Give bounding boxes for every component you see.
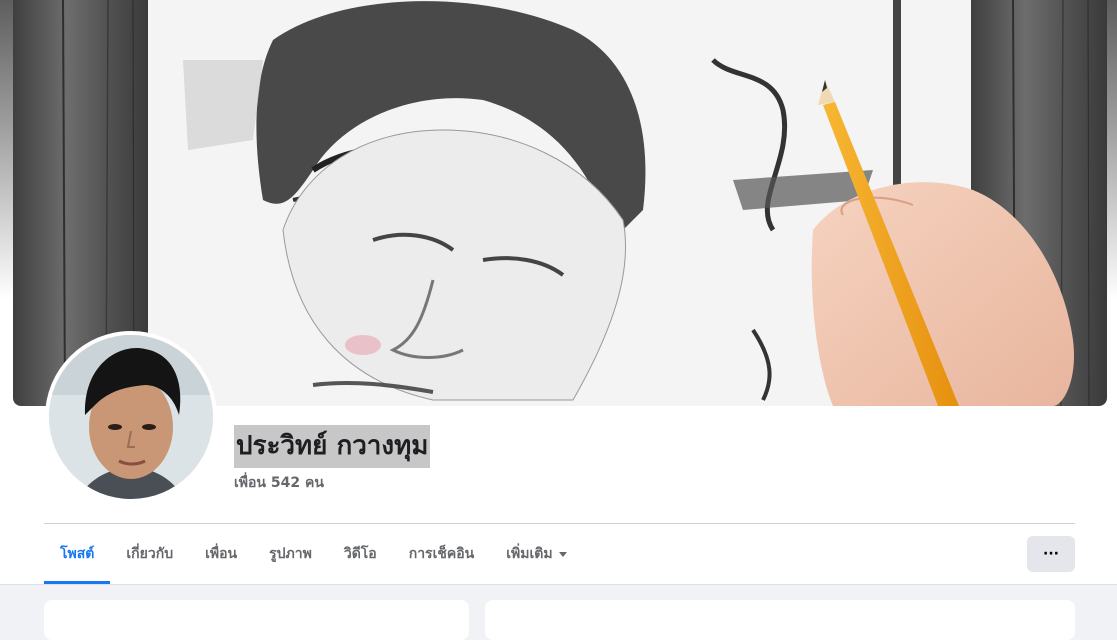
tab-videos[interactable]: วิดีโอ [328, 524, 393, 584]
tab-videos-label: วิดีโอ [343, 546, 377, 562]
avatar [49, 335, 213, 499]
tab-photos[interactable]: รูปภาพ [253, 524, 328, 584]
tab-friends-label: เพื่อน [205, 546, 238, 562]
tab-about[interactable]: เกี่ยวกับ [110, 524, 189, 584]
tab-checkins-label: การเช็คอิน [408, 546, 475, 562]
posts-card [485, 600, 1075, 640]
more-options-button[interactable]: ··· [1027, 536, 1075, 572]
profile-tabs: โพสต์ เกี่ยวกับ เพื่อน รูปภาพ วิดีโอ การ… [44, 524, 583, 584]
tab-posts-label: โพสต์ [60, 546, 95, 562]
tab-posts[interactable]: โพสต์ [44, 524, 111, 584]
friends-count[interactable]: เพื่อน 542 คน [234, 472, 324, 494]
profile-name: ประวิทย์ กวางทุม [234, 425, 431, 468]
avatar-photo [49, 335, 213, 499]
tab-friends[interactable]: เพื่อน [189, 524, 253, 584]
tab-checkins[interactable]: การเช็คอิน [393, 524, 491, 584]
tab-photos-label: รูปภาพ [269, 546, 312, 562]
tab-more-label: เพิ่มเติม [506, 546, 553, 562]
intro-card [44, 600, 469, 640]
tab-about-label: เกี่ยวกับ [126, 546, 174, 562]
ellipsis-icon: ··· [1043, 546, 1059, 562]
profile-avatar[interactable] [45, 331, 217, 503]
chevron-down-icon [558, 551, 567, 557]
tab-more[interactable]: เพิ่มเติม [490, 524, 582, 584]
